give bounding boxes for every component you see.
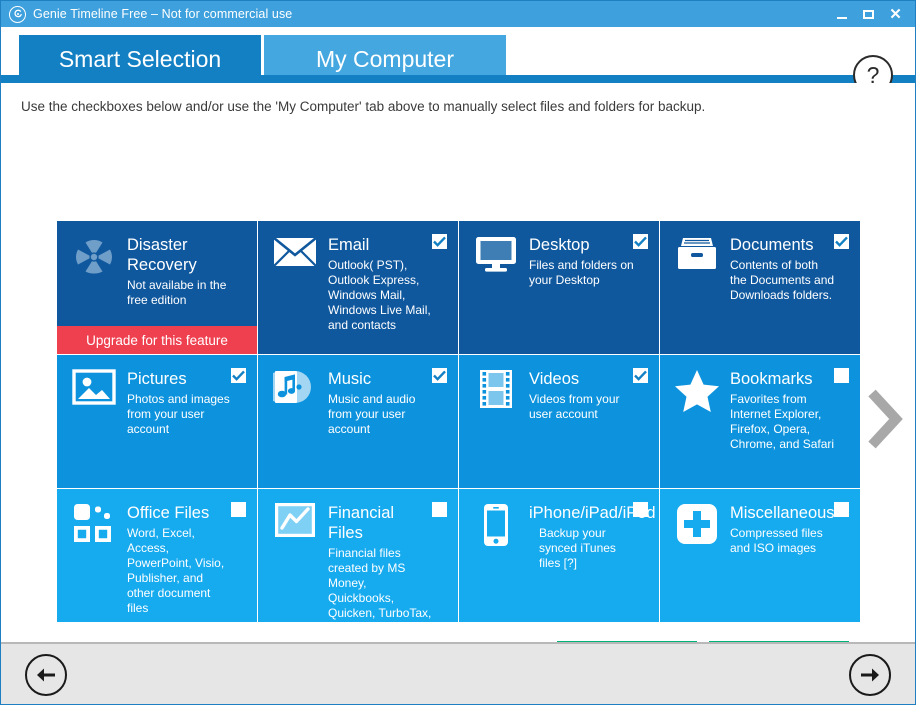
tab-underline — [1, 75, 915, 83]
minimize-button[interactable] — [828, 1, 855, 27]
tile-pictures[interactable]: Pictures Photos and images from your use… — [57, 355, 257, 488]
checkbox-music[interactable] — [432, 368, 447, 383]
upgrade-button[interactable]: Upgrade for this feature — [57, 326, 257, 354]
checkbox-office-files[interactable] — [231, 502, 246, 517]
monitor-icon — [473, 235, 519, 281]
application-window: Genie Timeline Free – Not for commercial… — [0, 0, 916, 705]
checkbox-email[interactable] — [432, 234, 447, 249]
tile-miscellaneous[interactable]: Miscellaneous Compressed files and ISO i… — [660, 489, 860, 622]
checkbox-iphone-ipad-ipod[interactable] — [633, 502, 648, 517]
checkbox-videos[interactable] — [633, 368, 648, 383]
tile-description: Files and folders on your Desktop — [529, 258, 634, 287]
instruction-text: Use the checkboxes below and/or use the … — [21, 99, 706, 114]
tile-financial-files[interactable]: Financial Files Financial files created … — [258, 489, 458, 622]
upgrade-button-label: Upgrade for this feature — [86, 332, 228, 348]
main-content: Use the checkboxes below and/or use the … — [1, 83, 915, 643]
tile-title: Music — [328, 370, 372, 388]
tile-description: Music and audio from your user account — [328, 392, 416, 436]
tile-email[interactable]: Email Outlook( PST), Outlook Express, Wi… — [258, 221, 458, 354]
title-bar: Genie Timeline Free – Not for commercial… — [1, 1, 915, 27]
arrow-left-circle-icon[interactable] — [25, 654, 67, 696]
line-chart-icon — [272, 503, 318, 549]
checkbox-desktop[interactable] — [633, 234, 648, 249]
tile-title: Pictures — [127, 370, 187, 388]
radiation-icon — [71, 235, 117, 281]
tile-office-files[interactable]: Office Files Word, Excel, Access, PowerP… — [57, 489, 257, 622]
smartphone-icon — [473, 503, 519, 549]
star-icon — [674, 369, 720, 415]
tile-description: Word, Excel, Access, PowerPoint, Visio, … — [127, 526, 225, 615]
tile-disaster-recovery[interactable]: Disaster Recovery Not availabe in the fr… — [57, 221, 257, 354]
tile-description: Not availabe in the free edition — [127, 278, 227, 307]
smart-selection-grid: Disaster Recovery Not availabe in the fr… — [57, 221, 861, 622]
tile-music[interactable]: Music Music and audio from your user acc… — [258, 355, 458, 488]
tile-description: Outlook( PST), Outlook Express, Windows … — [328, 258, 431, 332]
tile-title: Disaster Recovery — [127, 236, 197, 274]
tile-bookmarks[interactable]: Bookmarks Favorites from Internet Explor… — [660, 355, 860, 488]
tile-description: Favorites from Internet Explorer, Firefo… — [730, 392, 835, 451]
chevron-right-icon[interactable] — [867, 388, 903, 455]
tile-desktop[interactable]: Desktop Files and folders on your Deskto… — [459, 221, 659, 354]
tile-title: iPhone/iPad/iPod — [529, 504, 656, 522]
footer-bar — [1, 643, 915, 704]
tile-title: Desktop — [529, 236, 590, 254]
checkbox-pictures[interactable] — [231, 368, 246, 383]
maximize-button[interactable] — [855, 1, 882, 27]
checkbox-bookmarks[interactable] — [834, 368, 849, 383]
tile-description: Backup your synced iTunes files [?] — [539, 526, 616, 570]
tile-title: Office Files — [127, 504, 210, 522]
tile-videos[interactable]: Videos Videos from your user account — [459, 355, 659, 488]
window-title: Genie Timeline Free – Not for commercial… — [33, 7, 293, 21]
tab-strip: Smart Selection My Computer ? — [1, 27, 915, 95]
envelope-icon — [272, 235, 318, 281]
window-controls: ✕ — [828, 1, 909, 27]
file-box-icon — [674, 235, 720, 281]
genie-spiral-icon — [9, 5, 26, 23]
checkbox-miscellaneous[interactable] — [834, 502, 849, 517]
checkbox-financial-files[interactable] — [432, 502, 447, 517]
tile-description: Contents of both the Documents and Downl… — [730, 258, 835, 302]
tile-documents[interactable]: Documents Contents of both the Documents… — [660, 221, 860, 354]
tile-description: Compressed files and ISO images — [730, 526, 823, 555]
tile-title: Bookmarks — [730, 370, 813, 388]
close-button[interactable]: ✕ — [882, 1, 909, 27]
tab-smart-selection-label: Smart Selection — [58, 45, 222, 72]
tile-iphone-ipad-ipod[interactable]: iPhone/iPad/iPod Backup your synced iTun… — [459, 489, 659, 622]
tile-title: Documents — [730, 236, 814, 254]
office-logo-icon — [71, 503, 117, 549]
tile-description: Photos and images from your user account — [127, 392, 230, 436]
photo-icon — [71, 369, 117, 415]
plus-square-icon — [674, 503, 720, 549]
tile-title: Email — [328, 236, 370, 254]
tile-title: Miscellaneous — [730, 504, 835, 522]
film-strip-icon — [473, 369, 519, 415]
tile-description: Videos from your user account — [529, 392, 620, 421]
tile-title: Financial Files — [328, 504, 395, 542]
music-cd-icon — [272, 369, 318, 415]
arrow-right-circle-icon[interactable] — [849, 654, 891, 696]
tile-description: Financial files created by MS Money, Qui… — [328, 546, 432, 622]
tab-my-computer-label: My Computer — [315, 45, 455, 72]
tile-title: Videos — [529, 370, 580, 388]
checkbox-documents[interactable] — [834, 234, 849, 249]
